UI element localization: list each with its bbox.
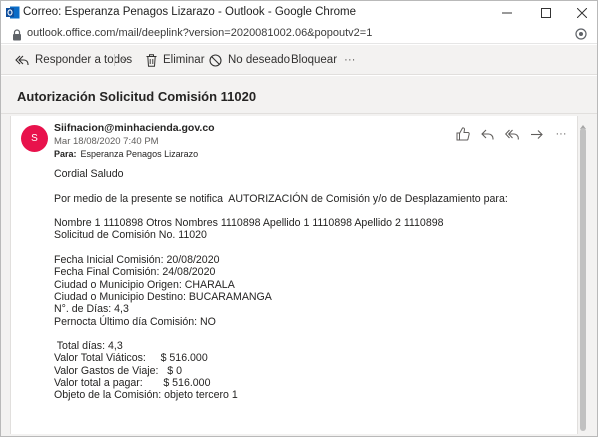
thumbs-up-icon (456, 127, 470, 141)
body-line: Nombre 1 1110898 Otros Nombres 1110898 A… (54, 217, 444, 230)
browser-window: Correo: Esperanza Penagos Lizarazo - Out… (0, 0, 598, 437)
to-label: Para: (54, 149, 77, 159)
delete-label: Eliminar (163, 54, 205, 66)
body-line: Cordial Saludo (54, 168, 124, 180)
body-line: Ciudad o Municipio Destino: BUCARAMANGA (54, 290, 272, 303)
reply-all-label: Responder a todos (35, 54, 133, 66)
message-subject: Autorización Solicitud Comisión 11020 (17, 89, 257, 104)
scrollbar[interactable] (578, 116, 588, 434)
body-line: Valor Total Viáticos: $ 516.000 (54, 352, 208, 365)
reply-options-dropdown[interactable] (122, 51, 134, 69)
forward-button[interactable] (527, 126, 545, 142)
avatar-initial: S (31, 133, 38, 144)
body-line: Solicitud de Comisión No. 11020 (54, 229, 207, 242)
body-line: Objeto de la Comisión: objeto tercero 1 (54, 389, 238, 402)
trash-icon (146, 53, 157, 67)
title-bar: Correo: Esperanza Penagos Lizarazo - Out… (1, 1, 597, 24)
body-line: Fecha Inicial Comisión: 20/08/2020 (54, 254, 220, 267)
body-line: Ciudad o Municipio Origen: CHARALA (54, 278, 235, 291)
message-date: Mar 18/08/2020 7:40 PM (54, 136, 159, 147)
recipient-line: Para: Esperanza Penagos Lizarazo (54, 149, 198, 159)
message-more-button[interactable]: ··· (552, 126, 570, 142)
scroll-up-arrow[interactable] (579, 118, 587, 129)
body-line: Fecha Final Comisión: 24/08/2020 (54, 266, 216, 279)
junk-button[interactable]: No deseado (209, 51, 290, 69)
command-bar: Responder a todos Eliminar No deseado Bl… (1, 45, 597, 75)
minimize-button[interactable] (492, 1, 522, 24)
reply-all-icon (15, 55, 29, 65)
sender-address[interactable]: Siifnacion@minhacienda.gov.co (54, 122, 215, 134)
body-line: Total días: 4,3 (54, 340, 123, 353)
message-more-label: ··· (555, 128, 567, 140)
lock-icon[interactable] (12, 28, 22, 41)
extension-icon[interactable] (574, 27, 588, 41)
subject-header: Autorización Solicitud Comisión 11020 (1, 76, 597, 114)
maximize-button[interactable] (531, 1, 561, 24)
reply-all-message-button[interactable] (503, 126, 521, 142)
like-button[interactable] (454, 126, 472, 142)
reading-pane: S Siifnacion@minhacienda.gov.co Mar 18/0… (1, 114, 597, 436)
body-line: Valor total a pagar: $ 516.000 (54, 377, 211, 390)
window-title: Correo: Esperanza Penagos Lizarazo - Out… (23, 6, 357, 18)
block-label: Bloquear (291, 54, 338, 66)
url-text[interactable]: outlook.office.com/mail/deeplink?version… (27, 27, 372, 39)
scrollbar-thumb[interactable] (580, 128, 586, 431)
reply-all-icon (505, 129, 519, 139)
chevron-down-icon (122, 58, 128, 62)
block-button[interactable]: Bloquear (291, 51, 337, 69)
forward-icon (530, 129, 543, 139)
avatar[interactable]: S (21, 125, 48, 152)
toolbar-divider (114, 54, 115, 66)
body-line: Valor Gastos de Viaje: $ 0 (54, 364, 182, 377)
message-card: S Siifnacion@minhacienda.gov.co Mar 18/0… (10, 116, 578, 434)
body-line: Pernocta Último día Comisión: NO (54, 315, 216, 328)
reply-button[interactable] (478, 126, 496, 142)
body-line: N°. de Días: 4,3 (54, 303, 129, 316)
delete-button[interactable]: Eliminar (146, 51, 205, 69)
more-label: ··· (344, 54, 356, 66)
body-line: Por medio de la presente se notifica AUT… (54, 192, 508, 205)
outlook-icon (6, 6, 20, 19)
address-bar[interactable]: outlook.office.com/mail/deeplink?version… (1, 24, 597, 44)
close-button[interactable] (567, 1, 597, 24)
block-circle-icon (209, 53, 222, 67)
recipient-name[interactable]: Esperanza Penagos Lizarazo (81, 149, 199, 159)
message-body: Cordial Saludo Por medio de la presente s… (54, 168, 564, 402)
reply-icon (480, 129, 494, 139)
junk-label: No deseado (228, 54, 291, 66)
more-actions-button[interactable]: ··· (344, 51, 356, 69)
